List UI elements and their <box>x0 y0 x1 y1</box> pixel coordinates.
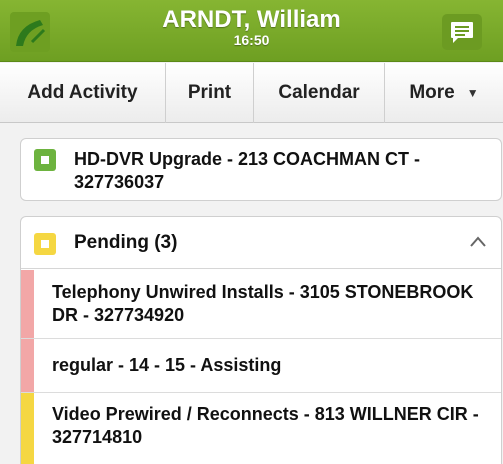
current-activity-title: HD-DVR Upgrade - 213 COACHMAN CT - 32773… <box>74 149 421 192</box>
activity-text: regular - 14 - 15 - Assisting <box>52 355 282 375</box>
current-time: 16:50 <box>233 32 270 48</box>
pending-group: Pending (3) Telephony Unwired Installs -… <box>20 216 502 464</box>
action-toolbar: Add Activity Print Calendar More ▼ <box>0 63 503 123</box>
add-activity-label: Add Activity <box>27 82 138 103</box>
activity-text: Video Prewired / Reconnects - 813 WILLNE… <box>52 404 479 447</box>
pending-title: Pending (3) <box>74 232 178 253</box>
caret-down-icon: ▼ <box>466 86 479 100</box>
status-bar <box>21 393 34 464</box>
status-bar <box>21 339 34 392</box>
print-button[interactable]: Print <box>166 63 254 123</box>
current-activity-card[interactable]: HD-DVR Upgrade - 213 COACHMAN CT - 32773… <box>20 138 502 201</box>
chevron-up-icon[interactable] <box>469 233 487 251</box>
more-label: More <box>409 82 455 103</box>
pending-status-icon <box>34 233 56 255</box>
print-label: Print <box>187 82 232 103</box>
more-button[interactable]: More ▼ <box>385 63 503 123</box>
resource-name: ARNDT, William <box>162 6 341 33</box>
list-item[interactable]: Video Prewired / Reconnects - 813 WILLNE… <box>21 393 501 464</box>
chat-bubble-icon <box>451 22 473 43</box>
status-bar <box>21 270 34 338</box>
app-header: ARNDT, William 16:50 <box>0 0 503 62</box>
activity-text: Telephony Unwired Installs - 3105 STONEB… <box>52 282 474 325</box>
calendar-button[interactable]: Calendar <box>254 63 385 123</box>
status-square-icon <box>34 149 56 171</box>
list-item[interactable]: Telephony Unwired Installs - 3105 STONEB… <box>21 270 501 339</box>
pending-header[interactable]: Pending (3) <box>21 217 501 269</box>
chat-button[interactable] <box>442 14 482 50</box>
add-activity-button[interactable]: Add Activity <box>0 63 166 123</box>
list-item[interactable]: regular - 14 - 15 - Assisting <box>21 339 501 393</box>
calendar-label: Calendar <box>278 82 360 103</box>
